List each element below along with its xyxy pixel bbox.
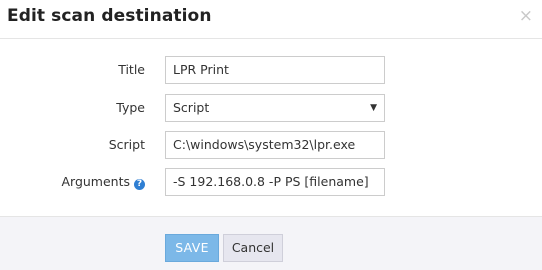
title-input[interactable]: LPR Print [165, 56, 385, 84]
dialog-footer: SAVE Cancel [0, 216, 542, 270]
arguments-input[interactable]: -S 192.168.0.8 -P PS [filename] [165, 168, 385, 196]
close-icon[interactable]: × [519, 8, 533, 25]
type-label: Type [116, 100, 145, 115]
type-row: Type Script ▼ [0, 94, 542, 122]
arguments-label-wrap: Arguments? [61, 168, 145, 196]
script-input[interactable]: C:\windows\system32\lpr.exe [165, 131, 385, 159]
title-label: Title [118, 62, 145, 77]
script-label: Script [108, 137, 145, 152]
script-row: Script C:\windows\system32\lpr.exe [0, 131, 542, 159]
arguments-label: Arguments [61, 174, 130, 189]
type-select-value: Script [173, 100, 210, 115]
help-icon[interactable]: ? [134, 179, 145, 190]
save-button[interactable]: SAVE [165, 234, 219, 262]
type-select[interactable]: Script ▼ [165, 94, 385, 122]
cancel-button[interactable]: Cancel [223, 234, 283, 262]
dialog-title: Edit scan destination [7, 6, 212, 26]
title-row: Title LPR Print [0, 56, 542, 84]
chevron-down-icon: ▼ [370, 103, 377, 113]
edit-scan-destination-dialog: Edit scan destination × Title LPR Print … [0, 0, 542, 270]
dialog-header: Edit scan destination × [0, 0, 542, 39]
arguments-row: Arguments? -S 192.168.0.8 -P PS [filenam… [0, 168, 542, 196]
